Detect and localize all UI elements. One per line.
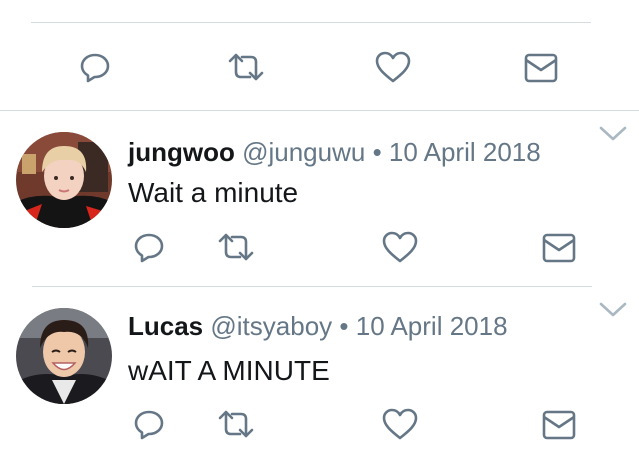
direct-message-icon[interactable]	[524, 53, 558, 83]
like-icon[interactable]	[381, 407, 419, 441]
tweet-text: wAIT A MINUTE	[128, 355, 330, 386]
avatar[interactable]	[16, 308, 112, 404]
display-name[interactable]: Lucas	[128, 311, 203, 341]
chevron-down-icon[interactable]	[598, 125, 628, 148]
direct-message-icon[interactable]	[542, 410, 576, 440]
retweet-icon[interactable]	[226, 52, 266, 82]
chevron-down-icon[interactable]	[598, 301, 628, 324]
reply-icon[interactable]	[78, 50, 112, 84]
reply-icon[interactable]	[132, 230, 166, 264]
separator-dot: •	[339, 311, 349, 341]
top-divider	[31, 22, 591, 23]
tweet[interactable]: jungwoo @junguwu • 10 April 2018 Wait a …	[0, 111, 639, 286]
timestamp[interactable]: 10 April 2018	[356, 311, 508, 341]
tweet-header: Lucas @itsyaboy • 10 April 2018	[128, 311, 508, 342]
handle[interactable]: @itsyaboy	[210, 311, 332, 341]
handle[interactable]: @junguwu	[242, 137, 365, 167]
timestamp[interactable]: 10 April 2018	[389, 137, 541, 167]
tweet-text: Wait a minute	[128, 177, 299, 208]
display-name[interactable]: jungwoo	[128, 137, 235, 167]
reply-icon[interactable]	[132, 407, 166, 441]
tweet[interactable]: Lucas @itsyaboy • 10 April 2018 wAIT A M…	[0, 287, 639, 459]
like-icon[interactable]	[381, 230, 419, 264]
retweet-icon[interactable]	[216, 409, 256, 439]
like-icon[interactable]	[374, 50, 412, 84]
direct-message-icon[interactable]	[542, 233, 576, 263]
jungwoo-avatar	[16, 132, 112, 228]
retweet-icon[interactable]	[216, 232, 256, 262]
tweet-header: jungwoo @junguwu • 10 April 2018	[128, 137, 541, 168]
lucas-avatar	[16, 308, 112, 404]
avatar[interactable]	[16, 132, 112, 228]
separator-dot: •	[372, 137, 382, 167]
